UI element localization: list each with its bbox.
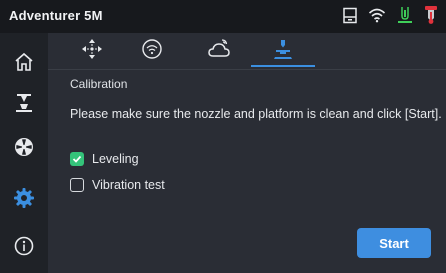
wifi-icon <box>368 7 386 23</box>
start-button[interactable]: Start <box>357 228 431 258</box>
tab-calibration[interactable] <box>251 33 315 69</box>
tab-bar <box>48 33 446 70</box>
sidebar-item-settings[interactable] <box>0 180 48 220</box>
tab-cloud[interactable] <box>187 33 251 69</box>
cloud-icon <box>207 38 231 65</box>
tab-network[interactable] <box>120 33 184 69</box>
settings-gear-icon <box>13 187 35 214</box>
sidebar-item-info[interactable] <box>0 228 48 268</box>
instruction-text: Please make sure the nozzle and platform… <box>70 107 442 121</box>
fan-icon <box>13 136 35 163</box>
nozzle-temperature-icon <box>396 6 414 24</box>
main-panel: Calibration Please make sure the nozzle … <box>48 33 446 273</box>
option-leveling[interactable]: Leveling <box>70 152 139 166</box>
section-title: Calibration <box>70 77 128 91</box>
leveling-label: Leveling <box>92 152 139 166</box>
vibration-test-label: Vibration test <box>92 178 165 192</box>
filament-alert-icon <box>424 5 438 25</box>
active-tab-indicator <box>251 65 315 67</box>
print-job-icon <box>13 92 35 119</box>
sidebar-item-home[interactable] <box>0 44 48 84</box>
sidebar <box>0 33 48 273</box>
sidebar-item-print[interactable] <box>0 85 48 125</box>
leveling-checkbox[interactable] <box>70 152 84 166</box>
tab-move[interactable] <box>60 33 124 69</box>
wifi-settings-icon <box>141 38 163 65</box>
calibration-icon <box>271 38 295 65</box>
move-axes-icon <box>81 38 103 65</box>
checkmark-icon <box>72 155 82 163</box>
info-icon <box>13 235 35 262</box>
top-status-bar: Adventurer 5M <box>0 0 446 33</box>
sidebar-item-fan[interactable] <box>0 129 48 169</box>
vibration-test-checkbox[interactable] <box>70 178 84 192</box>
option-vibration-test[interactable]: Vibration test <box>70 178 165 192</box>
status-icons <box>342 5 438 25</box>
printer-status-icon <box>342 7 358 24</box>
app-title: Adventurer 5M <box>9 8 103 23</box>
home-icon <box>13 51 35 78</box>
